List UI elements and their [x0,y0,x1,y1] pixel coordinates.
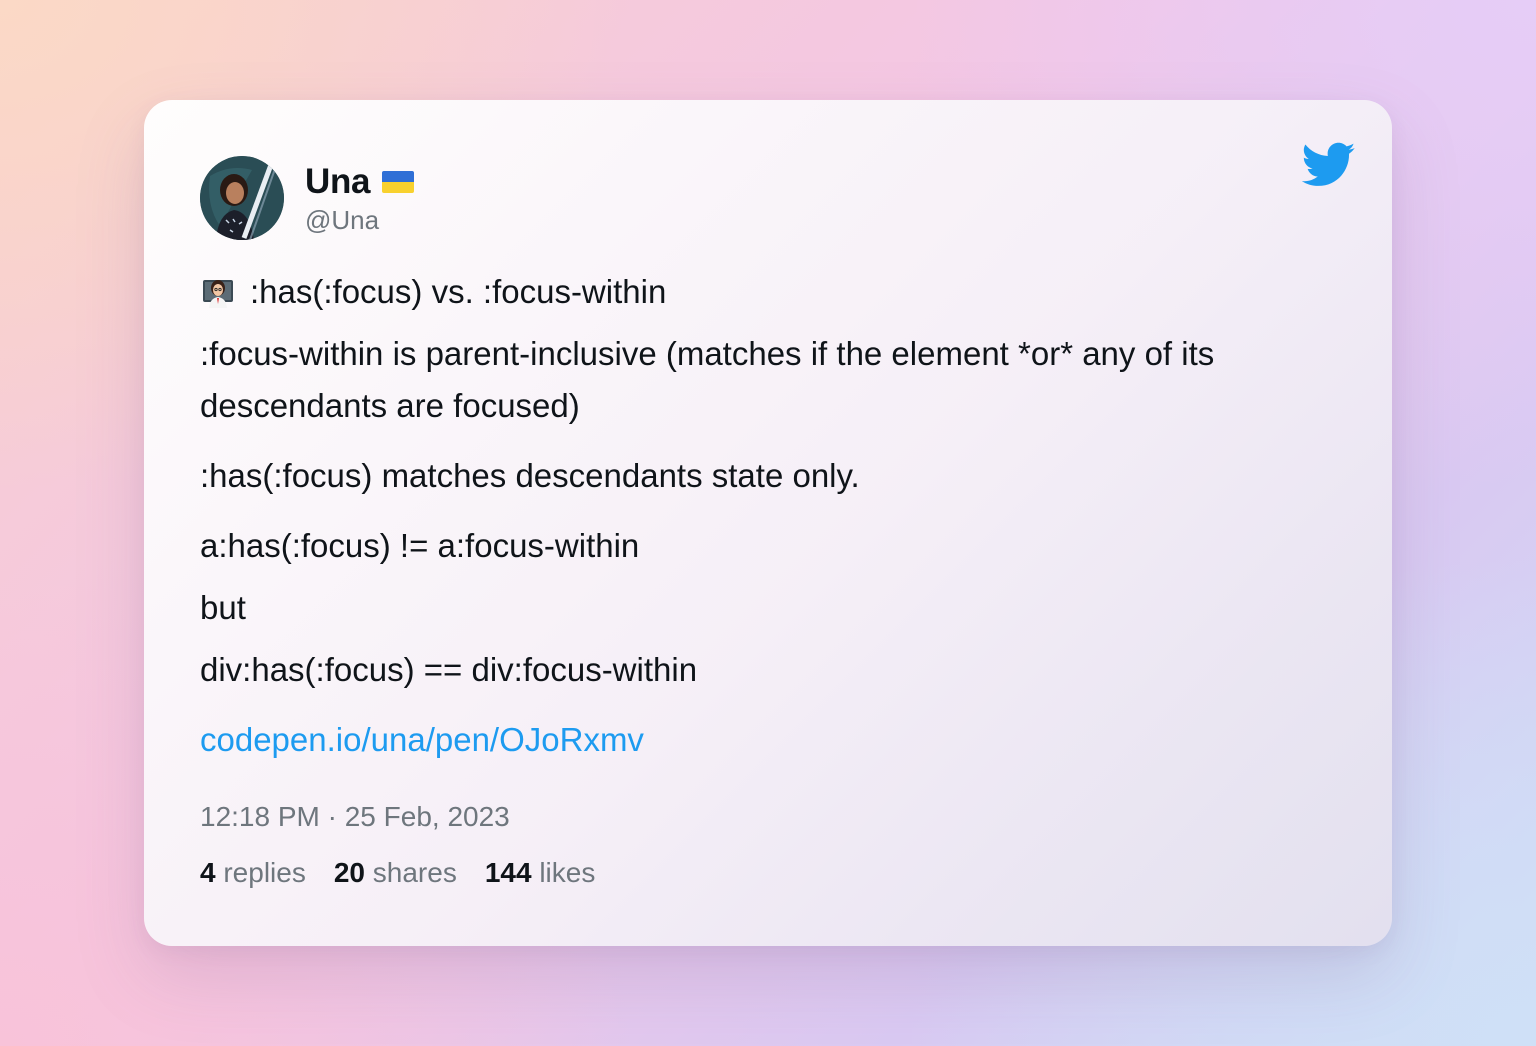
likes-count: 144 [484,857,532,888]
author-names: Una @Una [305,162,415,236]
shares-count: 20 [333,857,365,888]
tweet-card: Una @Una :has(:focus) vs. :focus-within … [144,100,1392,946]
likes-stat[interactable]: 144 likes [485,856,596,890]
woman-teacher-emoji-icon [203,280,233,308]
author-display-name[interactable]: Una [305,162,415,202]
tweet-stats: 4 replies 20 shares 144 likes [200,856,1336,890]
tweet-line-1-text: :has(:focus) vs. :focus-within [250,273,667,310]
replies-count: 4 [200,857,216,888]
profile-photo-icon [200,156,284,240]
likes-label: likes [539,857,596,888]
twitter-bird-icon[interactable] [1302,142,1356,188]
tweet-line-4: a:has(:focus) != a:focus-within [200,527,640,564]
display-name-text: Una [305,162,371,201]
shares-stat[interactable]: 20 shares [334,856,457,890]
author-handle[interactable]: @Una [305,204,414,236]
ukraine-flag-icon [382,171,415,193]
replies-stat[interactable]: 4 replies [200,856,306,890]
replies-label: replies [223,857,306,888]
tweet-line-5: but [200,589,246,626]
tweet-line-3: :has(:focus) matches descendants state o… [200,457,860,494]
tweet-line-6: div:has(:focus) == div:focus-within [200,651,698,688]
tweet-line-2: :focus-within is parent-inclusive (match… [200,335,1215,424]
tweet-timestamp[interactable]: 12:18 PM · 25 Feb, 2023 [200,800,1336,834]
tweet-body: :has(:focus) vs. :focus-within :focus-wi… [200,266,1336,766]
tweet-line-1: :has(:focus) vs. :focus-within [200,266,1336,318]
avatar[interactable] [200,156,284,240]
tweet-header: Una @Una [200,142,1356,240]
shares-label: shares [372,857,457,888]
tweet-link[interactable]: codepen.io/una/pen/OJoRxmv [200,714,1336,766]
